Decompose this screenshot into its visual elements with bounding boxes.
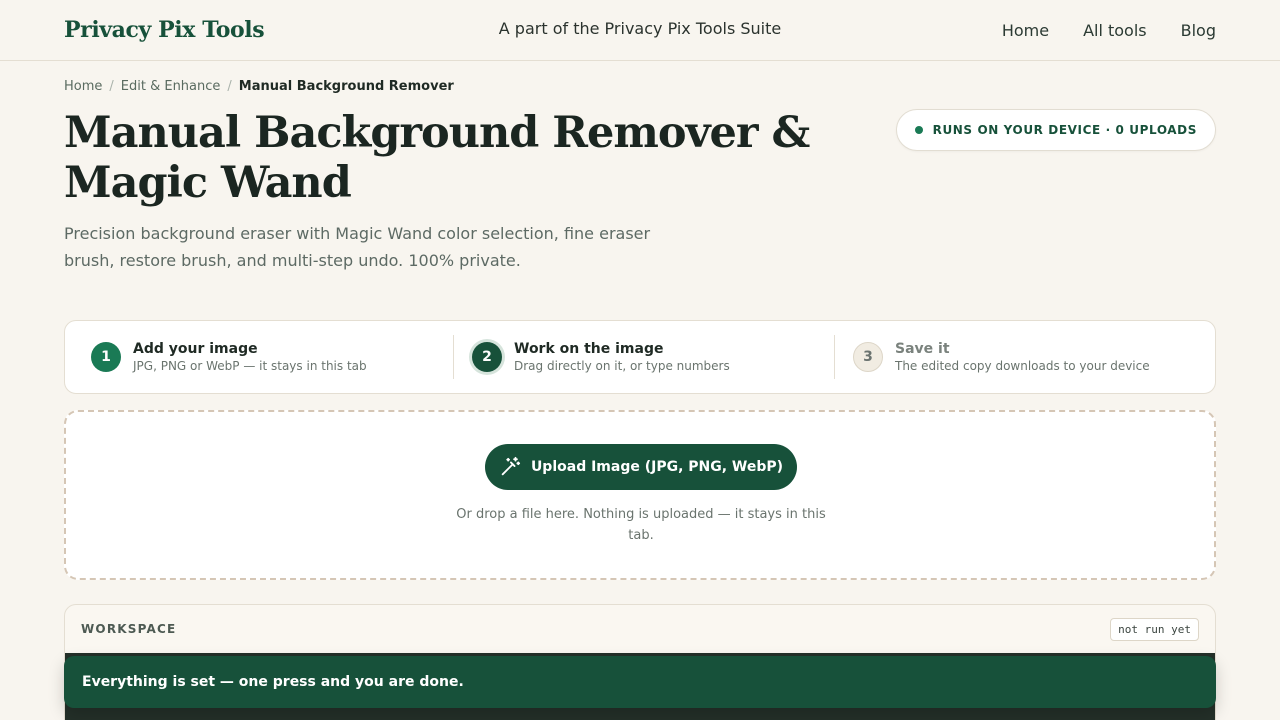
main-nav: Home All tools Blog xyxy=(1002,21,1216,40)
step-title: Work on the image xyxy=(514,341,664,357)
page-subtitle: Precision background eraser with Magic W… xyxy=(64,224,651,270)
privacy-badge-label: RUNS ON YOUR DEVICE · 0 UPLOADS xyxy=(932,123,1197,137)
privacy-status-badge: RUNS ON YOUR DEVICE · 0 UPLOADS xyxy=(895,109,1216,151)
step-number: 3 xyxy=(853,342,883,372)
breadcrumb-home[interactable]: Home xyxy=(64,79,102,94)
step-title: Save it xyxy=(895,341,950,357)
nav-link-home[interactable]: Home xyxy=(1002,21,1049,40)
steps-indicator: 1 Add your image JPG, PNG or WebP — it s… xyxy=(64,320,1216,394)
toast-message: Everything is set — one press and you ar… xyxy=(82,674,464,690)
drop-hint-text: Or drop a file here. Nothing is uploaded… xyxy=(456,507,826,543)
magic-wand-icon xyxy=(499,456,521,478)
workspace-label: WORKSPACE xyxy=(81,622,177,636)
step-description: Drag directly on it, or type numbers xyxy=(514,359,730,373)
step-number: 2 xyxy=(472,342,502,372)
brand-logo[interactable]: Privacy Pix Tools xyxy=(64,17,265,43)
breadcrumb-separator: / xyxy=(109,79,114,94)
workspace-header: WORKSPACE not run yet xyxy=(65,605,1215,653)
step-description: JPG, PNG or WebP — it stays in this tab xyxy=(133,359,367,373)
step-number: 1 xyxy=(91,342,121,372)
top-navigation-bar: Privacy Pix Tools A part of the Privacy … xyxy=(0,0,1280,61)
breadcrumb-edit-enhance[interactable]: Edit & Enhance xyxy=(121,79,221,94)
upload-image-button[interactable]: Upload Image (JPG, PNG, WebP) xyxy=(485,444,797,490)
nav-link-blog[interactable]: Blog xyxy=(1181,21,1216,40)
step-add-image: 1 Add your image JPG, PNG or WebP — it s… xyxy=(65,335,453,379)
status-dot-icon xyxy=(914,126,923,134)
file-drop-zone[interactable]: Upload Image (JPG, PNG, WebP) Or drop a … xyxy=(64,410,1216,580)
step-work-on-image: 2 Work on the image Drag directly on it,… xyxy=(453,335,834,379)
nav-link-all-tools[interactable]: All tools xyxy=(1083,21,1147,40)
step-title: Add your image xyxy=(133,341,258,357)
step-description: The edited copy downloads to your device xyxy=(895,359,1150,373)
breadcrumb-current: Manual Background Remover xyxy=(238,79,454,94)
breadcrumb-separator: / xyxy=(227,79,232,94)
upload-button-label: Upload Image (JPG, PNG, WebP) xyxy=(530,459,784,475)
toast-notification: Everything is set — one press and you ar… xyxy=(64,656,1216,708)
breadcrumb: Home / Edit & Enhance / Manual Backgroun… xyxy=(64,79,454,94)
page-title: Manual Background Remover & Magic Wand xyxy=(64,108,810,208)
step-save-it: 3 Save it The edited copy downloads to y… xyxy=(834,335,1215,379)
workspace-status-badge: not run yet xyxy=(1110,617,1199,641)
